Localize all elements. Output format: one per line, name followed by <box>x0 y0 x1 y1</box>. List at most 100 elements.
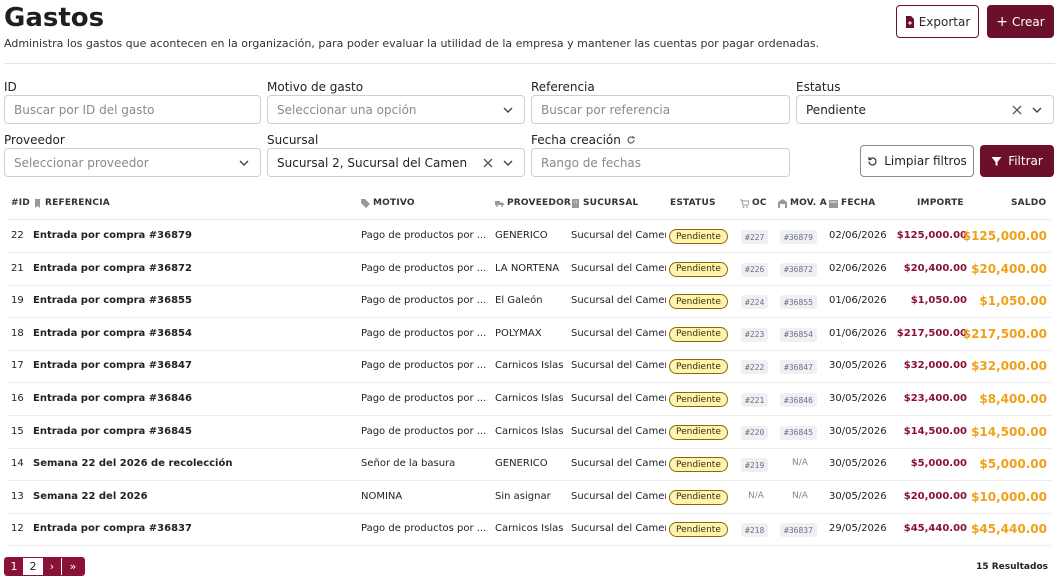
row-referencia: Entrada por compra #36854 <box>33 327 192 339</box>
row-mov-chip: #36854 <box>780 327 817 342</box>
row-referencia: Semana 22 del 2026 de recolección <box>33 458 233 470</box>
chevron-down-icon <box>503 160 513 166</box>
table-row[interactable]: 15 Entrada por compra #36845 Pago de produ… <box>8 416 1051 449</box>
row-saldo: $10,000.00 <box>971 489 1047 504</box>
row-importe: $20,000.00 <box>903 490 967 502</box>
row-referencia: Entrada por compra #36837 <box>33 523 192 535</box>
row-fecha: 30/05/2026 <box>829 425 887 437</box>
export-button[interactable]: Exportar <box>896 5 979 38</box>
row-id: 19 <box>11 295 24 307</box>
referencia-filter-input[interactable]: Buscar por referencia <box>531 95 790 124</box>
col-header-oc[interactable]: OC <box>740 198 767 208</box>
clear-filters-button[interactable]: Limpiar filtros <box>860 145 974 177</box>
row-mov-chip: #36855 <box>780 295 817 310</box>
status-badge: Pendiente <box>669 294 728 310</box>
row-oc-chip: #221 <box>741 393 769 407</box>
filter-button[interactable]: Filtrar <box>980 145 1054 177</box>
page-2-button[interactable]: 2 <box>24 558 43 575</box>
row-sucursal: Sucursal del Camen <box>571 425 666 437</box>
table-row[interactable]: 22 Entrada por compra #36879 Pago de produ… <box>8 220 1051 253</box>
status-badge: Pendiente <box>669 261 728 277</box>
row-saldo: $8,400.00 <box>979 392 1047 406</box>
row-fecha: 01/06/2026 <box>829 295 887 307</box>
row-proveedor: Carnicos Islas <box>495 360 564 372</box>
row-fecha: 29/05/2026 <box>829 523 887 535</box>
table-row[interactable]: 19 Entrada por compra #36855 Pago de produ… <box>8 285 1051 319</box>
row-oc-chip: #222 <box>741 360 769 375</box>
sucursal-filter-select[interactable]: Sucursal 2, Sucursal del Camen <box>267 148 525 177</box>
row-motivo: Pago de productos por ... <box>361 295 486 307</box>
col-header-estatus[interactable]: ESTATUS <box>670 198 716 208</box>
row-importe: $217,500.00 <box>896 327 967 339</box>
row-importe: $5,000.00 <box>910 458 967 470</box>
table-row[interactable]: 18 Entrada por compra #36854 Pago de produ… <box>8 318 1051 351</box>
export-button-label: Exportar <box>918 14 971 29</box>
clear-filters-label: Limpiar filtros <box>884 154 967 168</box>
row-oc-chip: #226 <box>741 262 769 277</box>
clear-x-icon[interactable] <box>1011 104 1023 116</box>
status-badge: Pendiente <box>669 424 728 440</box>
create-button[interactable]: + Crear <box>987 5 1054 38</box>
chevron-down-icon <box>239 160 249 166</box>
col-header-motivo[interactable]: MOTIVO <box>361 198 415 208</box>
row-sucursal: Sucursal del Camen <box>571 295 666 307</box>
proveedor-filter-select[interactable]: Seleccionar proveedor <box>4 148 261 177</box>
col-header-proveedor[interactable]: PROVEEDOR <box>495 198 571 208</box>
row-id: 18 <box>11 327 24 339</box>
fecha-filter-input[interactable]: Rango de fechas <box>531 148 790 177</box>
col-header-importe[interactable]: IMPORTE <box>917 198 964 208</box>
col-header-fecha[interactable]: FECHA <box>829 198 875 208</box>
id-filter-input[interactable]: Buscar por ID del gasto <box>4 95 261 124</box>
file-export-icon <box>905 15 914 28</box>
row-sucursal: Sucursal del Camen <box>571 458 666 470</box>
chevron-down-icon <box>1032 107 1042 113</box>
page-1-button[interactable]: 1 <box>5 558 24 575</box>
row-id: 17 <box>11 360 24 372</box>
results-count: 15 Resultados <box>976 562 1048 572</box>
next-page-button[interactable]: › <box>43 558 62 575</box>
row-proveedor: GENERICO <box>495 458 548 470</box>
row-importe: $125,000.00 <box>896 230 967 241</box>
estatus-filter-select[interactable]: Pendiente <box>796 95 1054 124</box>
referencia-filter-placeholder: Buscar por referencia <box>541 102 671 117</box>
plus-icon: + <box>996 13 1008 30</box>
col-header-sucursal[interactable]: SUCURSAL <box>571 198 638 208</box>
row-sucursal: Sucursal del Camen <box>571 327 666 339</box>
table-row[interactable]: 16 Entrada por compra #36846 Pago de produ… <box>8 383 1051 416</box>
row-importe: $20,400.00 <box>903 262 967 274</box>
table-row[interactable]: 12 Entrada por compra #36837 Pago de produ… <box>8 513 1051 547</box>
row-motivo: Pago de productos por ... <box>361 393 486 404</box>
row-mov-chip: #36847 <box>780 360 817 375</box>
proveedor-filter-label: Proveedor <box>4 133 65 147</box>
row-sucursal: Sucursal del Camen <box>571 393 666 404</box>
table-row[interactable]: 21 Entrada por compra #36872 Pago de produ… <box>8 253 1051 286</box>
row-oc-chip: #227 <box>741 230 769 244</box>
col-header-referencia[interactable]: REFERENCIA <box>33 198 110 208</box>
col-header-id[interactable]: #ID <box>11 198 30 208</box>
row-fecha: 30/05/2026 <box>829 490 887 502</box>
row-proveedor: Sin asignar <box>495 490 551 502</box>
col-header-mov[interactable]: MOV. A <box>778 198 827 208</box>
refresh-icon[interactable] <box>626 135 636 145</box>
row-proveedor: Carnicos Islas <box>495 393 564 404</box>
row-mov-chip: #36872 <box>780 262 817 277</box>
row-importe: $23,400.00 <box>903 393 967 404</box>
row-mov-chip: #36879 <box>780 230 817 244</box>
row-saldo: $14,500.00 <box>971 424 1047 439</box>
clear-x-icon[interactable] <box>482 157 494 169</box>
row-proveedor: GENERICO <box>495 230 548 241</box>
row-importe: $14,500.00 <box>903 425 967 437</box>
motivo-filter-select[interactable]: Seleccionar una opción <box>267 95 525 124</box>
last-page-button[interactable]: » <box>62 558 84 575</box>
col-header-saldo[interactable]: SALDO <box>1011 198 1046 208</box>
row-referencia: Entrada por compra #36879 <box>33 230 192 241</box>
table-row[interactable]: 14 Semana 22 del 2026 de recolección Señor… <box>8 448 1051 482</box>
row-id: 21 <box>11 262 24 274</box>
row-motivo: Pago de productos por ... <box>361 360 486 372</box>
row-mov: N/A <box>792 490 808 501</box>
truck-icon <box>495 200 504 207</box>
tag-icon <box>361 198 370 208</box>
table-row[interactable]: 13 Semana 22 del 2026 NÓMINA Sin asignar Suc… <box>8 481 1051 514</box>
table-row[interactable]: 17 Entrada por compra #36847 Pago de produ… <box>8 350 1051 384</box>
page-subtitle: Administra los gastos que acontecen en l… <box>4 37 820 50</box>
